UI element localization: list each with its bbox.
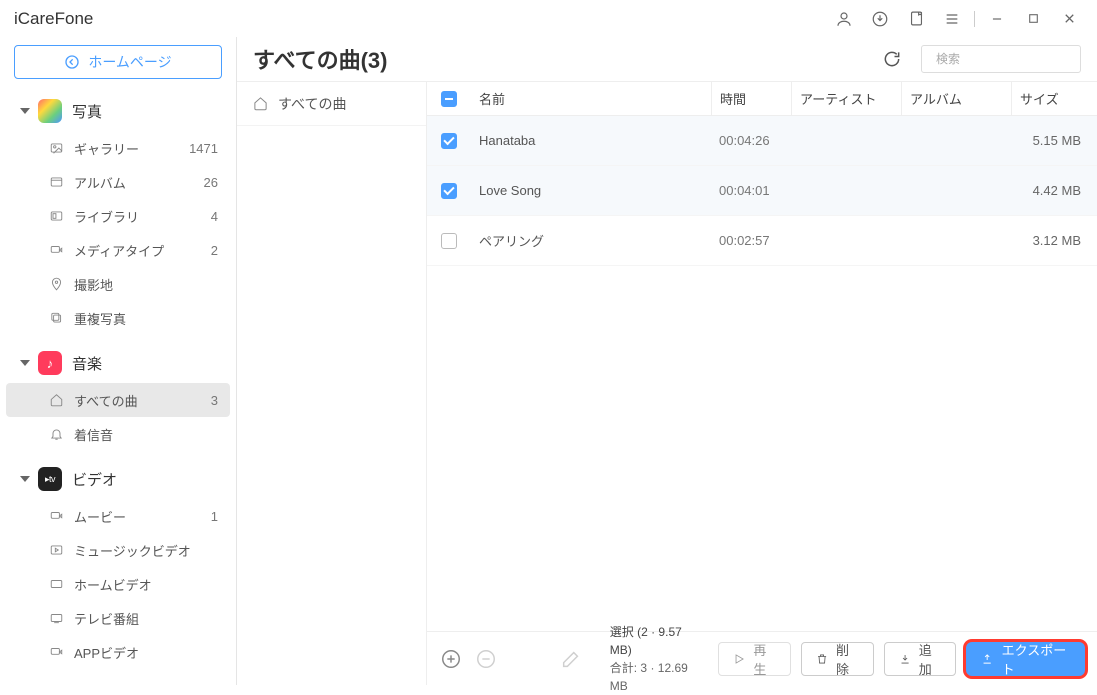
sidebar-item-0-5[interactable]: 重複写真 xyxy=(0,301,236,335)
export-label: エクスポート xyxy=(1002,640,1070,678)
sidebar-group-music[interactable]: ♪音楽 xyxy=(0,343,236,383)
media-icon xyxy=(48,243,64,257)
bell-icon xyxy=(48,427,64,441)
sidebar-item-2-3[interactable]: テレビ番組 xyxy=(0,601,236,635)
remove-icon-button xyxy=(474,645,499,673)
sidebar-item-2-0[interactable]: ムービー1 xyxy=(0,499,236,533)
export-button[interactable]: エクスポート xyxy=(966,642,1085,676)
mv-icon xyxy=(48,543,64,557)
play-icon xyxy=(733,652,745,666)
category-label: すべての曲 xyxy=(278,94,346,114)
sidebar-group-video[interactable]: ▸tvビデオ xyxy=(0,459,236,499)
add-icon-button[interactable] xyxy=(439,645,464,673)
page-title: すべての曲(3) xyxy=(253,43,863,75)
content-area: すべての曲(3) すべての曲 名前 時間 アー xyxy=(237,37,1097,685)
notes-icon[interactable] xyxy=(898,1,934,37)
column-album[interactable]: アルバム xyxy=(901,82,1011,115)
sidebar: ホームページ 写真ギャラリー1471アルバム26ライブラリ4メディアタイプ2撮影… xyxy=(0,37,237,685)
song-time: 00:02:57 xyxy=(711,233,791,248)
sidebar-item-0-3[interactable]: メディアタイプ2 xyxy=(0,233,236,267)
sidebar-item-0-1[interactable]: アルバム26 xyxy=(0,165,236,199)
separator xyxy=(974,11,975,27)
select-all-checkbox[interactable] xyxy=(441,91,457,107)
album-icon xyxy=(48,175,64,189)
refresh-button[interactable] xyxy=(875,42,909,76)
table-header: 名前 時間 アーティスト アルバム サイズ xyxy=(427,82,1097,116)
home-button-label: ホームページ xyxy=(88,52,171,72)
sidebar-item-0-2[interactable]: ライブラリ4 xyxy=(0,199,236,233)
search-box[interactable] xyxy=(921,45,1081,73)
home-icon xyxy=(253,96,268,111)
footer-toolbar: 選択 (2 · 9.57 MB) 合計: 3 · 12.69 MB 再生 削除 xyxy=(427,631,1097,685)
add-button[interactable]: 追加 xyxy=(884,642,957,676)
home-video-icon xyxy=(48,577,64,591)
song-size: 5.15 MB xyxy=(1011,133,1097,148)
sidebar-item-1-1[interactable]: 着信音 xyxy=(0,417,236,451)
sidebar-item-2-2[interactable]: ホームビデオ xyxy=(0,567,236,601)
play-label: 再生 xyxy=(753,640,776,678)
column-size[interactable]: サイズ xyxy=(1011,82,1097,115)
song-size: 4.42 MB xyxy=(1011,183,1097,198)
app-video-icon xyxy=(48,645,64,659)
back-icon xyxy=(64,54,80,70)
song-size: 3.12 MB xyxy=(1011,233,1097,248)
column-artist[interactable]: アーティスト xyxy=(791,82,901,115)
row-checkbox[interactable] xyxy=(441,133,457,149)
column-name[interactable]: 名前 xyxy=(471,89,711,108)
sidebar-item-2-4[interactable]: APPビデオ xyxy=(0,635,236,669)
play-button[interactable]: 再生 xyxy=(718,642,791,676)
delete-button[interactable]: 削除 xyxy=(801,642,874,676)
add-label: 追加 xyxy=(919,640,942,678)
total-summary: 合計: 3 · 12.69 MB xyxy=(610,659,698,695)
delete-label: 削除 xyxy=(836,640,859,678)
category-all-songs[interactable]: すべての曲 xyxy=(237,82,426,126)
app-title: iCareFone xyxy=(14,9,93,29)
song-time: 00:04:01 xyxy=(711,183,791,198)
download-icon[interactable] xyxy=(862,1,898,37)
table-pane: 名前 時間 アーティスト アルバム サイズ Hanataba00:04:26 5.… xyxy=(427,81,1097,685)
table-row[interactable]: Hanataba00:04:26 5.15 MB xyxy=(427,116,1097,166)
minimize-button[interactable] xyxy=(979,1,1015,37)
library-icon xyxy=(48,209,64,223)
song-name: Hanataba xyxy=(471,133,711,148)
menu-icon[interactable] xyxy=(934,1,970,37)
column-time[interactable]: 時間 xyxy=(711,82,791,115)
title-bar: iCareFone xyxy=(0,0,1097,37)
selection-summary: 選択 (2 · 9.57 MB) xyxy=(610,623,698,659)
table-row[interactable]: Love Song00:04:01 4.42 MB xyxy=(427,166,1097,216)
song-time: 00:04:26 xyxy=(711,133,791,148)
trash-icon xyxy=(816,652,828,666)
sidebar-item-1-0[interactable]: すべての曲3 xyxy=(6,383,230,417)
export-icon xyxy=(981,652,993,666)
search-input[interactable] xyxy=(936,52,1091,66)
song-name: Love Song xyxy=(471,183,711,198)
close-button[interactable] xyxy=(1051,1,1087,37)
sidebar-group-photos[interactable]: 写真 xyxy=(0,91,236,131)
row-checkbox[interactable] xyxy=(441,183,457,199)
table-row[interactable]: ペアリング00:02:57 3.12 MB xyxy=(427,216,1097,266)
location-icon xyxy=(48,277,64,291)
home-button[interactable]: ホームページ xyxy=(14,45,222,79)
image-icon xyxy=(48,141,64,155)
duplicate-icon xyxy=(48,311,64,325)
edit-icon-button xyxy=(559,645,584,673)
row-checkbox[interactable] xyxy=(441,233,457,249)
camera-icon xyxy=(48,509,64,523)
maximize-button[interactable] xyxy=(1015,1,1051,37)
sidebar-item-0-4[interactable]: 撮影地 xyxy=(0,267,236,301)
table-body: Hanataba00:04:26 5.15 MB Love Song00:04:01… xyxy=(427,116,1097,631)
sidebar-item-0-0[interactable]: ギャラリー1471 xyxy=(0,131,236,165)
footer-info: 選択 (2 · 9.57 MB) 合計: 3 · 12.69 MB xyxy=(610,623,698,695)
song-name: ペアリング xyxy=(471,231,711,250)
home-icon xyxy=(48,393,64,407)
account-icon[interactable] xyxy=(826,1,862,37)
download-arrow-icon xyxy=(899,652,911,666)
tv-icon xyxy=(48,611,64,625)
category-pane: すべての曲 xyxy=(237,81,427,685)
sidebar-item-2-1[interactable]: ミュージックビデオ xyxy=(0,533,236,567)
